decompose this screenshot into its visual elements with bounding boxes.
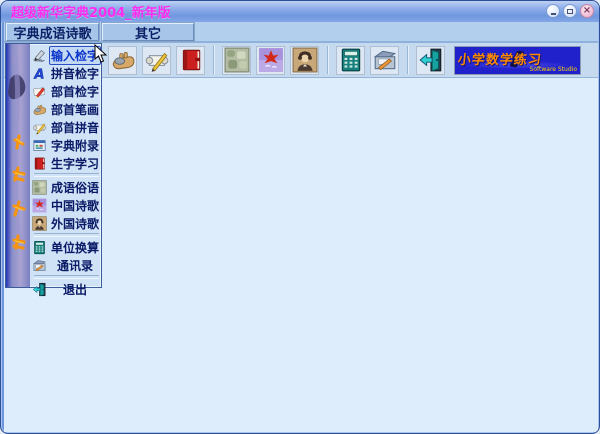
stone-texture-icon [32,180,47,195]
hand-stone-icon [32,102,47,117]
close-button[interactable]: × [580,4,594,18]
rolodex-icon [32,258,47,273]
toolbar-button-new-character-study[interactable] [176,45,205,75]
title-bar[interactable]: 超级新华字典2004_新年版 × [1,1,599,22]
menu-item-address-book[interactable]: 通讯录 [32,256,101,274]
portrait-icon [32,216,47,231]
app-window: 超级新华字典2004_新年版 × 字典成语诗歌 其它 小学数学练习 Softwa… [0,0,600,434]
menu-item-radical-pinyin[interactable]: 部首拼音 [32,118,101,136]
toolbar-button-address-book[interactable] [370,45,399,75]
menu-separator [34,233,100,237]
menu-item-idioms[interactable]: 成语俗语 [32,178,101,196]
menu-item-new-character-study[interactable]: 生字学习 [32,154,101,172]
red-book-icon [178,47,204,73]
menu-bar: 字典成语诗歌 其它 [4,22,598,43]
menu-item-foreign-poetry[interactable]: 外国诗歌 [32,214,101,232]
maximize-button[interactable] [563,4,577,18]
menu-item-chinese-poetry[interactable]: 中国诗歌 [32,196,101,214]
calculator-icon [338,47,364,73]
menu-tab-other[interactable]: 其它 [102,23,194,42]
menu-item-pinyin-lookup[interactable]: 拼音检字 [32,64,101,82]
window-title: 超级新华字典2004_新年版 [11,6,171,21]
calculator-icon [32,240,47,255]
portrait-icon [292,47,318,73]
menu-sidebar-artwork [6,44,30,287]
menu-item-unit-conversion[interactable]: 单位换算 [32,238,101,256]
rolodex-icon [372,47,398,73]
notes-window-icon [32,138,47,153]
card-pencil-icon [32,84,47,99]
maple-leaf-icon [32,198,47,213]
promo-banner[interactable]: 小学数学练习 Software Studio [454,45,581,75]
scroll-pencil-icon [32,120,47,135]
stone-texture-icon [224,47,250,73]
exit-door-icon [32,282,47,297]
toolbar-button-foreign-poetry[interactable] [290,45,319,75]
menu-item-input-lookup[interactable]: 输入检字 [32,45,102,65]
toolbar-button-radical-strokes[interactable] [108,45,137,75]
menu-separator [34,275,100,279]
scroll-pencil-icon [144,47,170,73]
maple-leaf-icon [258,47,284,73]
toolbar-separator [407,46,408,74]
menu-item-radical-lookup[interactable]: 部首检字 [32,82,101,100]
minimize-icon [550,12,556,15]
minimize-button[interactable] [546,4,560,18]
hand-stone-icon [110,47,136,73]
menu-separator [34,173,100,177]
menu-item-list: 输入检字 拼音检字 部首检字 部首笔画 部首拼音 字典附录 生字学习 成语俗语 … [30,44,102,297]
toolbar-button-idioms[interactable] [222,45,251,75]
menu-item-exit[interactable]: 退出 [32,280,101,298]
exit-door-icon [418,47,444,73]
toolbar-separator [213,46,214,74]
banner-subtitle: Software Studio [529,65,577,73]
toolbar-button-chinese-poetry[interactable] [256,45,285,75]
pen-writing-icon [32,48,47,63]
close-icon: × [582,5,592,16]
toolbar-button-unit-conversion[interactable] [336,45,365,75]
toolbar-button-exit[interactable] [416,45,445,75]
dictionary-dropdown-menu: 输入检字 拼音检字 部首检字 部首笔画 部首拼音 字典附录 生字学习 成语俗语 … [5,43,102,297]
menu-item-radical-strokes[interactable]: 部首笔画 [32,100,101,118]
red-book-icon [32,156,47,171]
menu-item-dictionary-appendix[interactable]: 字典附录 [32,136,101,154]
toolbar-button-radical-pinyin[interactable] [142,45,171,75]
letter-a-icon [32,66,47,81]
toolbar-separator [327,46,328,74]
window-controls: × [546,4,594,18]
maximize-icon [567,8,573,14]
menu-tab-dictionary[interactable]: 字典成语诗歌 [6,23,99,42]
